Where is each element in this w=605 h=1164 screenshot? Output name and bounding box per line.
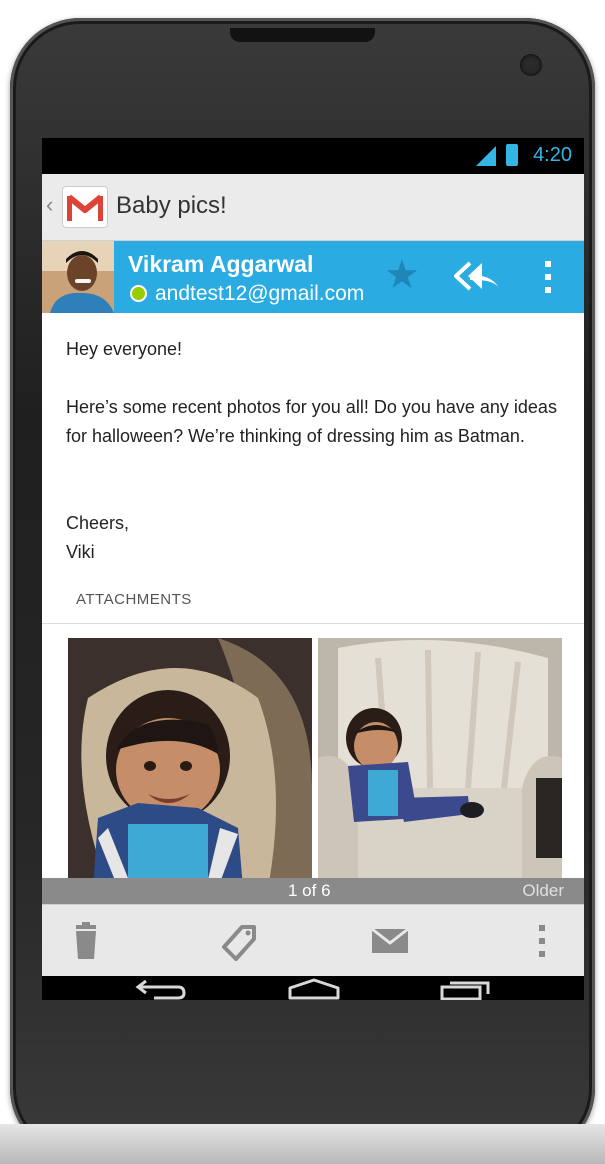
message-body: Hey everyone! Here’s some recent photos … bbox=[42, 313, 584, 888]
signoff-text: Cheers, bbox=[66, 513, 130, 533]
recents-icon[interactable] bbox=[438, 978, 494, 1000]
attachments-divider bbox=[42, 623, 584, 624]
front-camera bbox=[520, 54, 542, 76]
older-link[interactable]: Older bbox=[522, 881, 564, 901]
trash-icon[interactable] bbox=[64, 921, 108, 961]
chevron-left-icon[interactable]: ‹ bbox=[46, 192, 53, 218]
page-counter: 1 of 6 bbox=[288, 881, 331, 900]
signature-text: Viki bbox=[66, 542, 95, 562]
body-paragraph: Here’s some recent photos for you all! D… bbox=[66, 397, 557, 446]
avatar[interactable] bbox=[42, 241, 114, 313]
reflection-floor bbox=[0, 1124, 605, 1164]
status-bar: 4:20 bbox=[42, 138, 584, 174]
status-time: 4:20 bbox=[533, 144, 572, 166]
action-bar: ‹ Baby pics! bbox=[42, 174, 584, 241]
home-icon[interactable] bbox=[286, 978, 342, 1000]
attachments-heading: ATTACHMENTS bbox=[76, 591, 192, 608]
overflow-menu-icon[interactable] bbox=[542, 259, 554, 300]
signal-icon bbox=[476, 146, 496, 166]
label-tag-icon[interactable] bbox=[216, 921, 260, 961]
greeting-text: Hey everyone! bbox=[66, 339, 183, 359]
sender-name: Vikram Aggarwal bbox=[128, 251, 314, 277]
sender-header[interactable]: Vikram Aggarwal andtest12@gmail.com ★ bbox=[42, 241, 584, 313]
sender-email: andtest12@gmail.com bbox=[155, 282, 365, 305]
star-icon[interactable]: ★ bbox=[384, 255, 420, 295]
back-arrow-icon[interactable] bbox=[134, 978, 190, 1000]
earpiece-speaker bbox=[230, 28, 375, 42]
system-nav-bar bbox=[42, 976, 584, 1000]
bottom-action-toolbar bbox=[42, 904, 584, 977]
email-subject: Baby pics! bbox=[116, 192, 227, 219]
envelope-icon[interactable] bbox=[368, 921, 412, 961]
attachment-photo-1[interactable] bbox=[68, 638, 312, 888]
battery-icon bbox=[506, 144, 518, 166]
attachment-photo-2[interactable] bbox=[318, 638, 562, 888]
gmail-icon[interactable] bbox=[62, 186, 108, 228]
overflow-menu-icon[interactable] bbox=[520, 921, 564, 961]
attachment-pager: 1 of 6 Older bbox=[42, 878, 584, 904]
presence-indicator bbox=[130, 285, 147, 302]
reply-all-icon[interactable] bbox=[454, 259, 502, 298]
screen: 4:20 ‹ Baby pics! Vikram Aggarwal andtes… bbox=[42, 138, 584, 1000]
